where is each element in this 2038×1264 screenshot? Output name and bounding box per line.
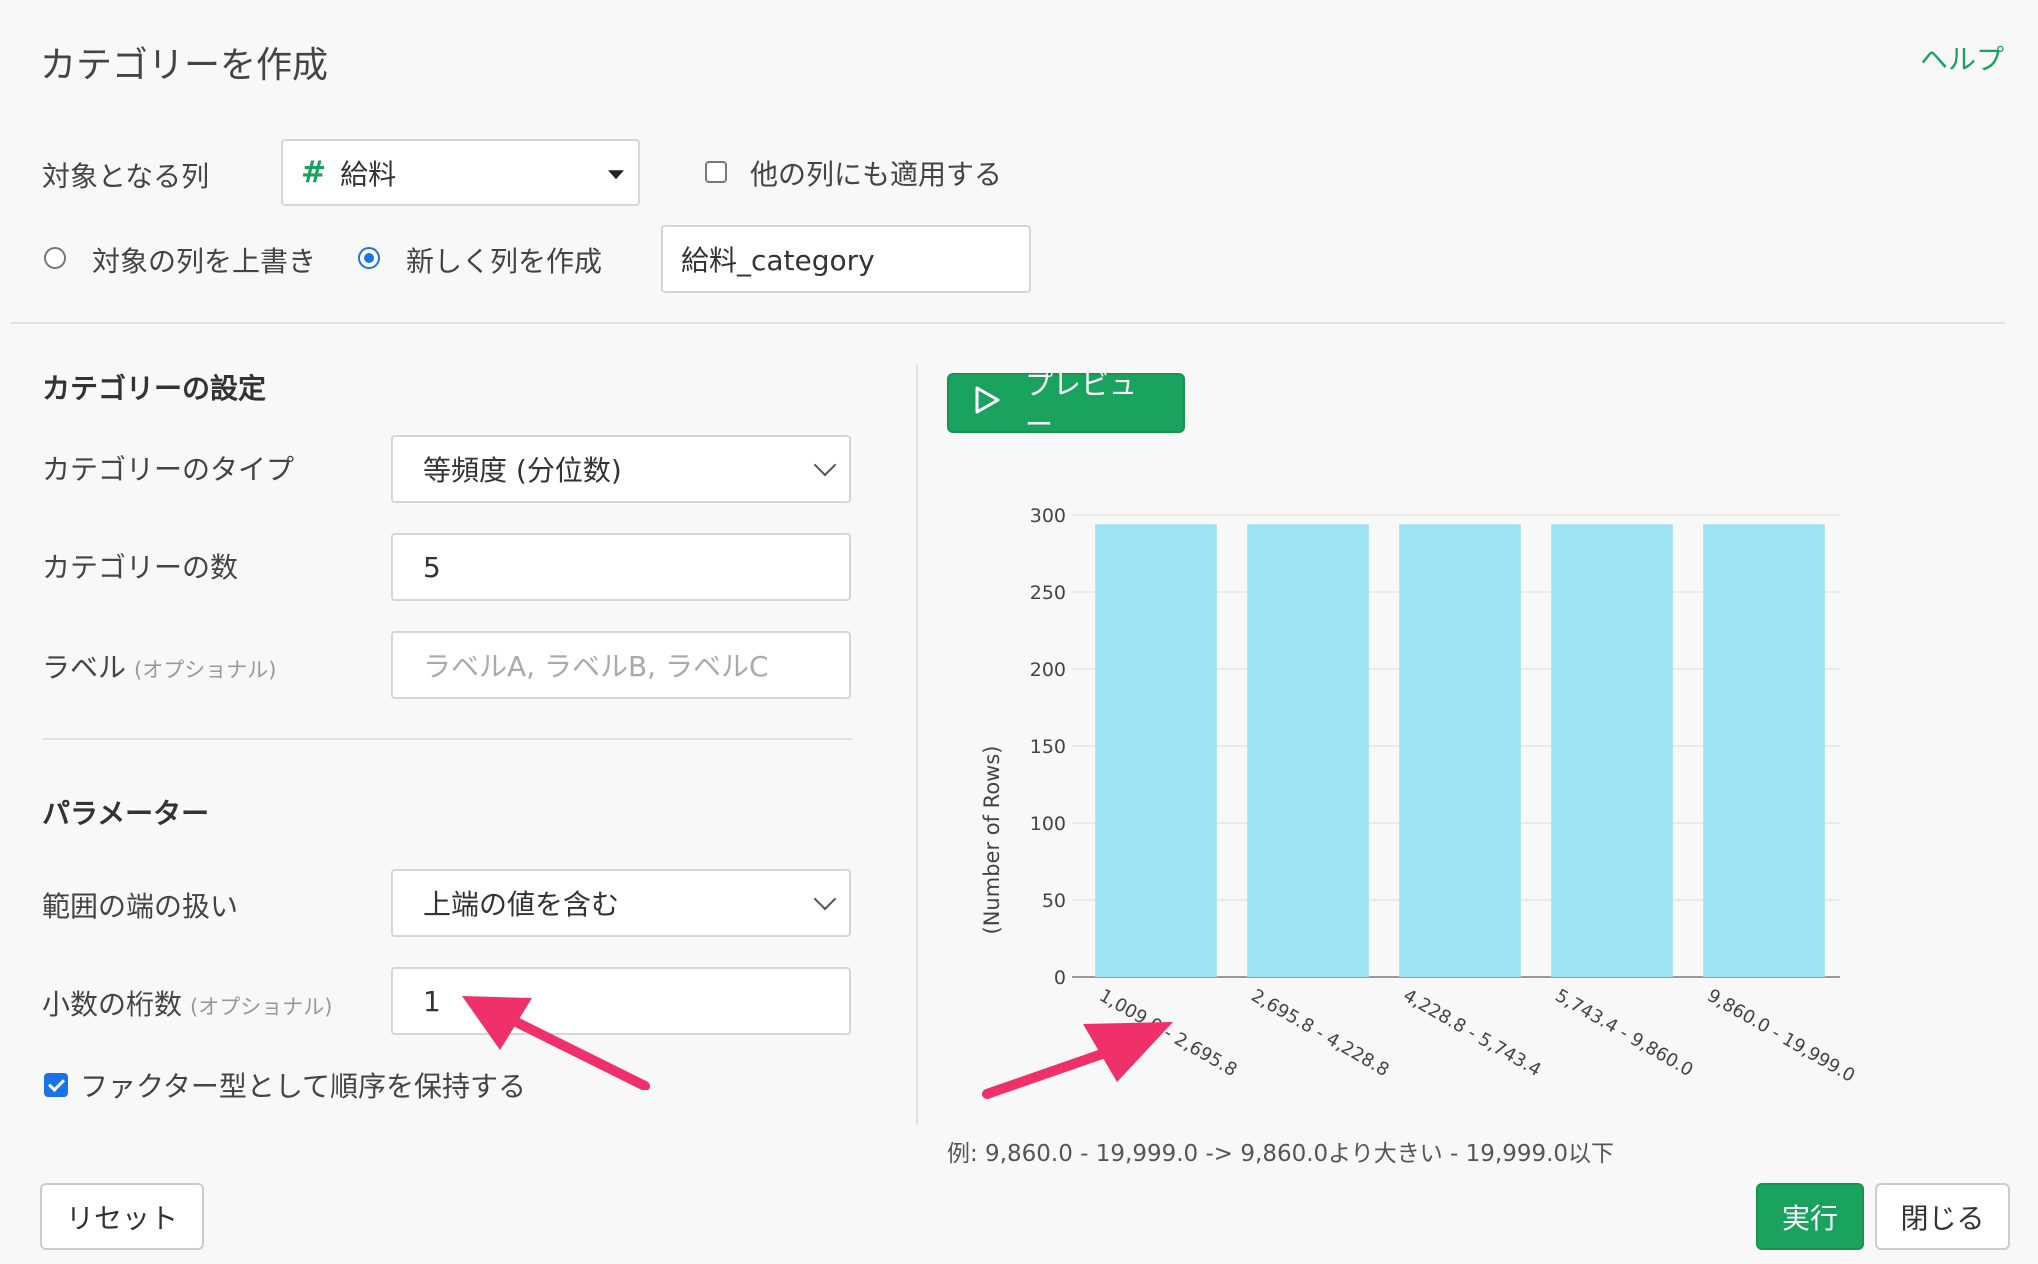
annotation-arrow bbox=[982, 1022, 1173, 1099]
vertical-divider bbox=[916, 365, 918, 1125]
play-icon bbox=[973, 385, 1001, 422]
decimal-digits-optional-note: (オプショナル) bbox=[190, 995, 333, 1019]
apply-other-checkbox[interactable] bbox=[705, 161, 727, 183]
category-type-value: 等頻度 (分位数) bbox=[423, 454, 622, 487]
labels-label-group: ラベル (オプショナル) bbox=[42, 646, 276, 686]
category-settings-heading: カテゴリーの設定 bbox=[42, 372, 267, 405]
new-column-label: 新しく列を作成 bbox=[406, 245, 603, 278]
chart-y-tick-label: 200 bbox=[1030, 659, 1066, 681]
decimal-digits-label-group: 小数の桁数 (オプショナル) bbox=[42, 983, 332, 1023]
chart-bar bbox=[1095, 524, 1217, 977]
numeric-column-icon: # bbox=[301, 155, 327, 190]
chart-x-tick-label: 5,743.4 - 9,860.0 bbox=[1552, 985, 1697, 1081]
chart-bar bbox=[1703, 524, 1825, 977]
dialog-title: カテゴリーを作成 bbox=[40, 45, 329, 86]
labels-input[interactable]: ラベルA, ラベルB, ラベルC bbox=[391, 631, 851, 699]
range-example-note: 例: 9,860.0 - 19,999.0 -> 9,860.0より大きい - … bbox=[947, 1141, 1615, 1167]
target-column-value: 給料 bbox=[340, 157, 397, 191]
close-button[interactable]: 閉じる bbox=[1875, 1183, 2010, 1250]
overwrite-radio[interactable] bbox=[44, 247, 66, 269]
preview-button-label: プレビュー bbox=[1025, 368, 1138, 441]
chart-bar bbox=[1247, 524, 1369, 977]
chart-y-tick-label: 50 bbox=[1042, 890, 1066, 912]
chart-bar bbox=[1551, 524, 1673, 977]
chart-y-tick-label: 150 bbox=[1030, 736, 1066, 758]
new-column-name-input[interactable]: 給料_category bbox=[661, 225, 1031, 293]
target-column-label: 対象となる列 bbox=[42, 160, 210, 193]
preview-button[interactable]: プレビュー bbox=[947, 368, 1185, 441]
help-link[interactable]: ヘルプ bbox=[1920, 38, 2004, 78]
edge-handling-label: 範囲の端の扱い bbox=[42, 890, 239, 923]
chart-x-tick-label: 4,228.8 - 5,743.4 bbox=[1400, 985, 1545, 1081]
category-count-input[interactable]: 5 bbox=[391, 533, 851, 601]
chart-y-axis-label: (Number of Rows) bbox=[980, 746, 1004, 935]
chart-y-tick-label: 0 bbox=[1054, 967, 1066, 989]
factor-order-checkbox[interactable] bbox=[44, 1073, 68, 1097]
overwrite-label: 対象の列を上書き bbox=[92, 245, 317, 278]
chart-y-tick-label: 100 bbox=[1030, 813, 1066, 835]
category-preview-chart: 050100150200250300 1,009.0 - 2,695.8 2,69… bbox=[980, 505, 1859, 1087]
run-button[interactable]: 実行 bbox=[1756, 1183, 1864, 1250]
labels-optional-note: (オプショナル) bbox=[134, 658, 277, 682]
labels-label: ラベル bbox=[42, 651, 127, 684]
chevron-down-icon bbox=[813, 887, 837, 911]
chevron-down-icon bbox=[813, 453, 837, 477]
category-count-label: カテゴリーの数 bbox=[42, 551, 239, 584]
edge-handling-value: 上端の値を含む bbox=[423, 888, 620, 921]
divider bbox=[42, 738, 852, 740]
reset-button[interactable]: リセット bbox=[40, 1183, 204, 1250]
new-column-radio[interactable] bbox=[358, 247, 380, 269]
category-type-select[interactable]: 等頻度 (分位数) bbox=[391, 435, 851, 503]
divider bbox=[10, 322, 2005, 324]
edge-handling-select[interactable]: 上端の値を含む bbox=[391, 869, 851, 937]
chart-bar bbox=[1399, 524, 1521, 977]
parameters-heading: パラメーター bbox=[42, 797, 210, 830]
chart-x-tick-label: 2,695.8 - 4,228.8 bbox=[1248, 985, 1393, 1081]
annotation-arrow bbox=[462, 996, 650, 1090]
chart-y-tick-label: 250 bbox=[1030, 582, 1066, 604]
caret-down-icon bbox=[608, 169, 624, 179]
chart-y-tick-label: 300 bbox=[1030, 505, 1066, 527]
target-column-select[interactable]: # 給料 bbox=[281, 139, 640, 206]
chart-x-tick-label: 9,860.0 - 19,999.0 bbox=[1704, 985, 1859, 1087]
apply-other-label: 他の列にも適用する bbox=[750, 158, 1003, 191]
decimal-digits-label: 小数の桁数 bbox=[42, 988, 183, 1021]
category-type-label: カテゴリーのタイプ bbox=[42, 453, 295, 486]
